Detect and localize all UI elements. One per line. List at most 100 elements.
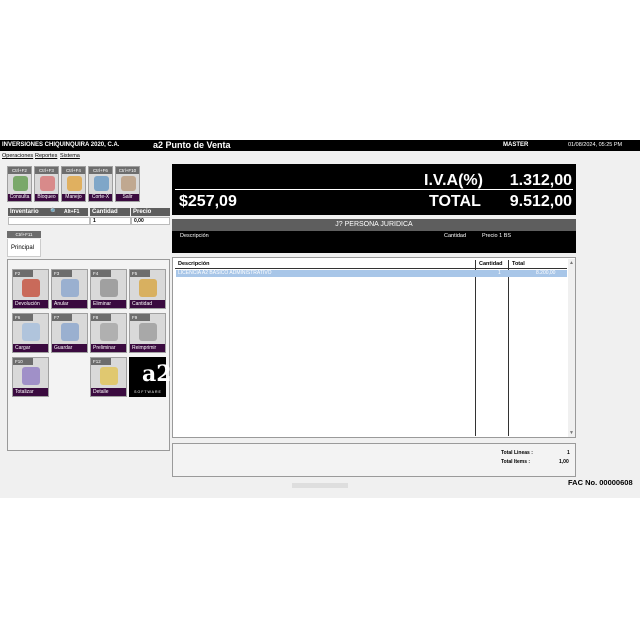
scroll-up-icon[interactable]: ▲ — [569, 260, 574, 266]
customer-name: J? PERSONA JURIDICA — [172, 219, 576, 231]
lock-icon — [40, 176, 55, 191]
a2-logo: a2 SOFTWARE — [129, 357, 172, 397]
shortcut-key: Ctrl+F10 — [116, 167, 139, 174]
invoice-number: FAC No. 00000608 — [568, 478, 633, 487]
shortcut-key: Ctrl+F3 — [35, 167, 58, 174]
shortcut-key: F10 — [13, 358, 33, 365]
button-label: Cantidad — [130, 300, 165, 308]
guardar-button[interactable]: F7 Guardar — [51, 313, 88, 353]
col-precio: Precio 1 BS — [482, 233, 512, 239]
total-items-value: 1,00 — [559, 459, 569, 465]
button-label: Consulta — [8, 194, 31, 201]
search-icon[interactable]: 🔍 — [50, 208, 57, 216]
quantity-input[interactable]: 1 — [90, 217, 131, 225]
shortcut-key: F5 — [130, 270, 150, 277]
button-label: Eliminar — [91, 300, 126, 308]
row-cantidad: 1 — [498, 270, 501, 276]
quantity-col: Cantidad — [90, 208, 130, 216]
horizontal-scrollbar[interactable] — [292, 483, 348, 488]
button-label: Reimprimir — [130, 344, 165, 352]
total-label: TOTAL — [429, 193, 481, 210]
total-lineas-label: Total Lineas : — [501, 450, 533, 456]
corte-x-button[interactable]: Ctrl+F6 Corte-X — [88, 166, 113, 202]
col-divider — [475, 260, 476, 436]
anular-button[interactable]: F3 Anular — [51, 269, 88, 309]
shortcut-key: F7 — [52, 314, 72, 321]
title-bar: INVERSIONES CHIQUINQUIRA 2020, C.A. a2 P… — [0, 140, 640, 151]
button-label: Salir — [116, 194, 139, 201]
scissors-icon — [94, 176, 109, 191]
app-title: a2 Punto de Venta — [153, 140, 231, 150]
printer-icon — [139, 323, 157, 341]
eliminar-button[interactable]: F4 Eliminar — [90, 269, 127, 309]
search-doc-icon — [13, 176, 28, 191]
shortcut-key: F6 — [13, 314, 33, 321]
button-label: Manejo — [62, 194, 85, 201]
cargar-button[interactable]: F6 Cargar — [12, 313, 49, 353]
tab-shortcut: Ctrl+F11 — [7, 231, 41, 238]
price-col: Precio — [131, 208, 170, 216]
actions-panel: F2 Devolución F3 Anular F4 Eliminar F5 C… — [7, 259, 172, 451]
grid-header-cantidad[interactable]: Cantidad — [479, 261, 503, 267]
logo-subtext: SOFTWARE — [134, 390, 162, 394]
total-icon — [22, 367, 40, 385]
inventory-input[interactable] — [8, 217, 90, 225]
summary-panel: Total Lineas : 1 Total Items : 1,00 — [172, 443, 576, 477]
shortcut-label: Alt+F1 — [64, 209, 80, 215]
exit-icon — [121, 176, 136, 191]
button-label: Corte-X — [89, 194, 112, 201]
inventory-col: Inventario 🔍 Alt+F1 — [8, 208, 88, 216]
detail-icon — [100, 367, 118, 385]
menu-sistema[interactable]: Sistema — [60, 153, 80, 159]
inventory-header: Inventario 🔍 Alt+F1 Cantidad Precio 1 0,… — [8, 208, 170, 225]
col-cantidad: Cantidad — [444, 233, 467, 239]
row-descripcion: LICENCIA A2 BASICO ADMINISTRATIVO — [178, 270, 272, 276]
preliminar-button[interactable]: F8 Preliminar — [90, 313, 127, 353]
pos-window: INVERSIONES CHIQUINQUIRA 2020, C.A. a2 P… — [0, 140, 640, 498]
bloqueo-button[interactable]: Ctrl+F3 Bloqueo — [34, 166, 59, 202]
cantidad-button[interactable]: F5 Cantidad — [129, 269, 166, 309]
user-name: MASTER — [503, 142, 529, 148]
vertical-scrollbar[interactable]: ▲ ▼ — [568, 259, 575, 437]
reimprimir-button[interactable]: F9 Reimprimir — [129, 313, 166, 353]
inventory-label: Inventario — [10, 209, 39, 215]
cancel-doc-icon — [61, 279, 79, 297]
grid-header-total[interactable]: Total — [512, 261, 525, 267]
shortcut-key: Ctrl+F6 — [89, 167, 112, 174]
totalizar-button[interactable]: F10 Totalizar — [12, 357, 49, 397]
table-row[interactable]: LICENCIA A2 BASICO ADMINISTRATIVO 1 8.20… — [176, 270, 567, 277]
menu-operaciones[interactable]: Operaciones — [2, 153, 33, 159]
shortcut-key: F12 — [91, 358, 111, 365]
customer-columns: Descripción Cantidad Precio 1 BS — [172, 231, 576, 253]
total-lineas-value: 1 — [567, 450, 570, 456]
button-label: Preliminar — [91, 344, 126, 352]
manejo-button[interactable]: Ctrl+F4 Manejo — [61, 166, 86, 202]
button-label: Anular — [52, 300, 87, 308]
shortcut-key: F8 — [91, 314, 111, 321]
menu-reportes[interactable]: Reportes — [35, 153, 57, 159]
row-total: 8.200,00 — [536, 270, 556, 276]
return-icon — [22, 279, 40, 297]
button-label: Totalizar — [13, 388, 48, 396]
iva-label: I.V.A(%) — [424, 172, 483, 189]
button-label: Detalle — [91, 388, 126, 396]
col-descripcion: Descripción — [180, 233, 209, 239]
save-icon — [61, 323, 79, 341]
coins-icon — [139, 279, 157, 297]
total-items-label: Total Items : — [501, 459, 531, 465]
salir-button[interactable]: Ctrl+F10 Salir — [115, 166, 140, 202]
load-icon — [22, 323, 40, 341]
consulta-button[interactable]: Ctrl+F2 Consulta — [7, 166, 32, 202]
grid-header-descripcion[interactable]: Descripción — [178, 261, 209, 267]
bs-value: $257,09 — [179, 193, 237, 210]
button-label: Cargar — [13, 344, 48, 352]
devolucion-button[interactable]: F2 Devolución — [12, 269, 49, 309]
tab-principal[interactable]: Principal — [7, 239, 41, 257]
price-input[interactable]: 0,00 — [131, 217, 170, 225]
scroll-down-icon[interactable]: ▼ — [569, 430, 574, 436]
shortcut-key: F4 — [91, 270, 111, 277]
shortcut-key: F2 — [13, 270, 33, 277]
shortcut-key: F9 — [130, 314, 150, 321]
items-grid[interactable]: Descripción Cantidad Total LICENCIA A2 B… — [172, 257, 576, 438]
detalle-button[interactable]: F12 Detalle — [90, 357, 127, 397]
